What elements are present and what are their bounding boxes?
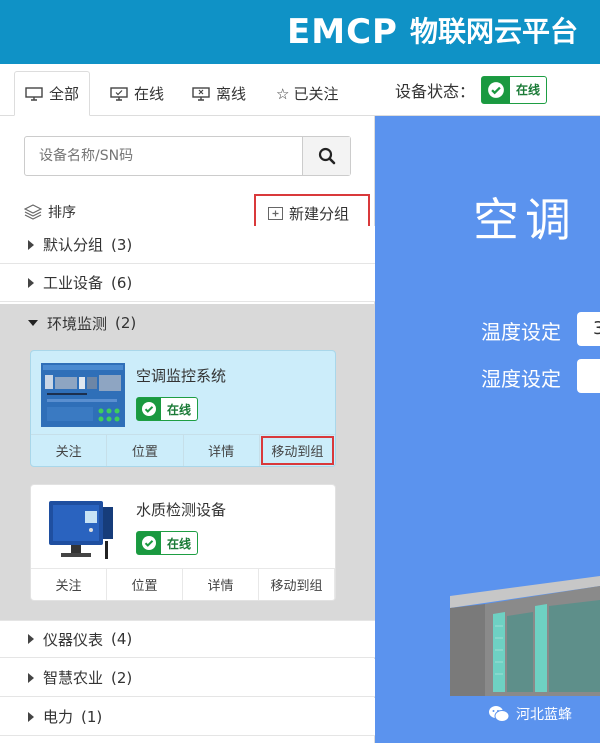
tab-online[interactable]: 在线 <box>100 71 174 116</box>
device-status-bar: 设备状态： 在线 <box>375 64 600 116</box>
status-badge: 在线 <box>136 531 199 555</box>
tab-offline-label: 离线 <box>216 85 247 103</box>
tab-all[interactable]: 全部 <box>14 71 91 116</box>
water-device-thumbnail <box>41 497 125 561</box>
follow-button[interactable]: 关注 <box>31 569 107 600</box>
wechat-icon <box>489 706 510 722</box>
caret-right-icon <box>28 277 34 288</box>
tab-online-label: 在线 <box>134 85 165 103</box>
tab-followed[interactable]: ☆ 已关注 <box>266 71 348 116</box>
group-name: 仪器仪表 <box>43 630 104 649</box>
status-label: 在线 <box>167 402 192 417</box>
filter-tabbar: 全部 在线 离线 ☆ 已关注 <box>0 64 375 116</box>
group-name: 默认分组 <box>43 236 104 254</box>
brand-name: 物联网云平台 <box>409 15 578 48</box>
group-count: (2) <box>115 314 137 332</box>
add-box-icon <box>268 206 283 220</box>
group-row-industrial[interactable]: 工业设备 (6) <box>0 264 375 302</box>
scada-title: 空调 <box>473 193 577 247</box>
tab-followed-label: 已关注 <box>293 85 339 103</box>
search-button[interactable] <box>302 137 350 175</box>
card-actions: 关注 位置 详情 移动到组 <box>31 434 335 466</box>
group-row-instruments[interactable]: 仪器仪表 (4) <box>0 620 375 658</box>
caret-right-icon <box>28 239 34 250</box>
search-box <box>24 136 351 176</box>
device-card-water[interactable]: 水质检测设备 在线 关注 位置 详情 移动到组 <box>30 484 336 601</box>
group-row-agriculture[interactable]: 智慧农业 (2) <box>0 659 375 697</box>
group-name: 电力 <box>43 708 74 726</box>
location-button[interactable]: 位置 <box>107 435 184 466</box>
device-scada-view: 空调 温度设定 3 湿度设定 <box>375 116 600 743</box>
group-count: (1) <box>81 707 103 726</box>
device-status-value: 在线 <box>516 83 541 97</box>
move-to-group-button[interactable]: 移动到组 <box>260 435 335 466</box>
card-actions: 关注 位置 详情 移动到组 <box>31 568 335 600</box>
device-name: 水质检测设备 <box>136 501 227 519</box>
details-button[interactable]: 详情 <box>184 435 260 466</box>
status-label: 在线 <box>167 536 192 551</box>
details-button[interactable]: 详情 <box>183 569 259 600</box>
sort-label: 排序 <box>48 205 76 221</box>
ac-system-thumbnail <box>41 363 125 427</box>
status-badge: 在线 <box>136 397 199 421</box>
caret-right-icon <box>28 672 34 683</box>
device-status-badge: 在线 <box>481 75 548 104</box>
group-count: (3) <box>111 235 133 254</box>
group-name: 智慧农业 <box>43 669 104 687</box>
device-list-panel: 排序 新建分组 默认分组 (3) 工业设备 (6) 环境监测 (2) <box>0 116 375 743</box>
search-input[interactable] <box>25 137 302 175</box>
group-name: 环境监测 <box>47 314 108 333</box>
group-count: (6) <box>111 273 133 292</box>
temp-setting-label: 温度设定 <box>481 320 561 344</box>
star-icon: ☆ <box>276 84 290 103</box>
app-header: EMCP 物联网云平台 <box>0 0 600 64</box>
ac-unit-illustration <box>450 576 600 696</box>
follow-button[interactable]: 关注 <box>31 435 108 466</box>
group-count: (4) <box>111 630 133 648</box>
monitor-check-icon <box>110 86 128 101</box>
device-card-ac[interactable]: 空调监控系统 在线 关注 位置 详情 移动到组 <box>30 350 336 467</box>
watermark-text: 河北蓝蜂 <box>516 707 572 723</box>
group-row-default[interactable]: 默认分组 (3) <box>0 226 375 264</box>
device-status-label: 设备状态： <box>395 81 476 101</box>
move-to-group-button[interactable]: 移动到组 <box>259 569 335 600</box>
search-icon <box>318 147 335 165</box>
humidity-setting-input[interactable] <box>577 359 600 393</box>
monitor-x-icon <box>192 86 210 101</box>
new-group-label: 新建分组 <box>289 204 350 223</box>
group-devices-area: 空调监控系统 在线 关注 位置 详情 移动到组 水质检测设备 在线 关注 位置 … <box>0 342 375 620</box>
caret-right-icon <box>28 711 34 722</box>
humidity-setting-label: 湿度设定 <box>481 367 561 391</box>
brand: EMCP 物联网云平台 <box>287 12 578 52</box>
tab-offline[interactable]: 离线 <box>182 71 256 116</box>
group-row-power[interactable]: 电力 (1) <box>0 698 375 736</box>
layers-icon <box>24 204 42 220</box>
check-circle-icon <box>137 398 161 420</box>
watermark: 河北蓝蜂 <box>488 704 572 724</box>
sort-button[interactable]: 排序 <box>24 202 76 222</box>
check-circle-icon <box>137 532 161 554</box>
brand-logo: EMCP <box>287 12 398 52</box>
group-count: (2) <box>111 668 133 687</box>
group-row-environment[interactable]: 环境监测 (2) <box>0 304 375 342</box>
tab-all-label: 全部 <box>49 85 80 103</box>
group-name: 工业设备 <box>43 274 104 292</box>
check-circle-icon <box>482 76 511 103</box>
monitor-icon <box>25 86 43 101</box>
location-button[interactable]: 位置 <box>107 569 183 600</box>
caret-down-icon <box>28 320 38 326</box>
temp-setting-input[interactable]: 3 <box>577 312 600 346</box>
caret-right-icon <box>28 634 34 644</box>
device-name: 空调监控系统 <box>136 367 227 385</box>
